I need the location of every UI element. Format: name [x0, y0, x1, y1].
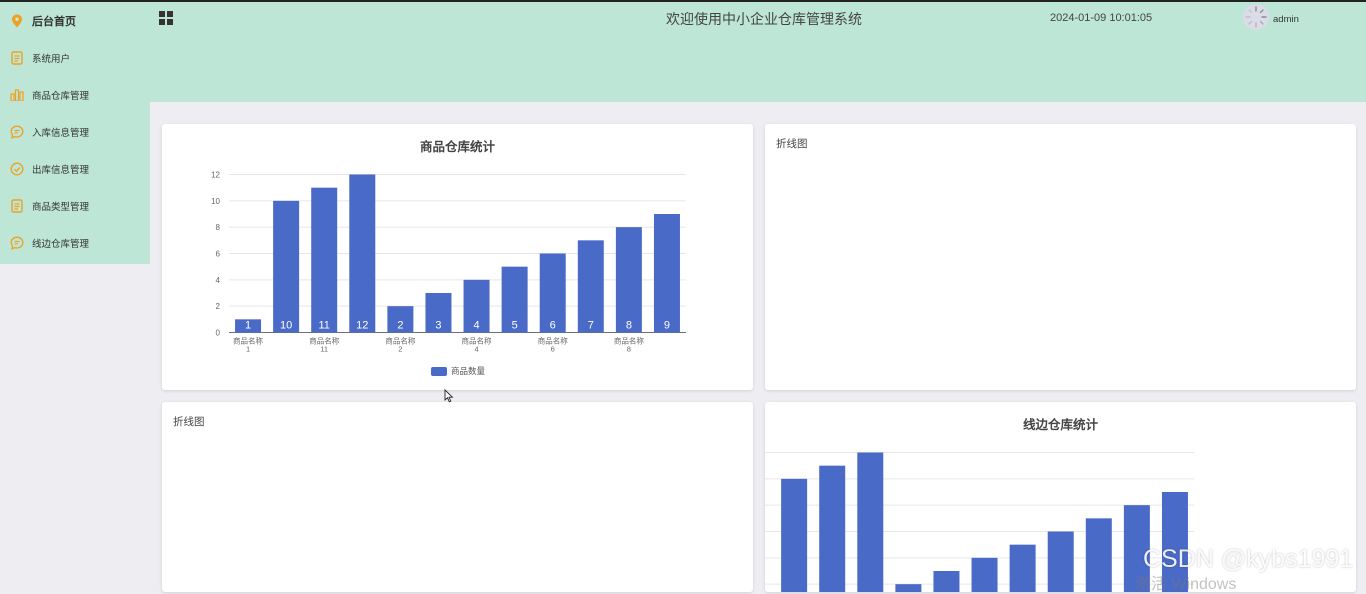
bar-data-label: 7: [588, 320, 594, 332]
bar: [895, 584, 922, 592]
x-tick-label: 1: [246, 345, 250, 354]
bar: [1009, 544, 1036, 592]
windows-activation-watermark: 激活 Windows: [1135, 576, 1237, 593]
user-avatar[interactable]: [1243, 4, 1269, 30]
bar-data-label: 5: [512, 320, 518, 332]
sidebar-item-label: 入库信息管理: [32, 127, 90, 139]
legend-swatch: [431, 366, 447, 376]
bar-data-label: 4: [473, 320, 479, 332]
y-tick-label: 8: [216, 223, 221, 232]
check-circle-icon: [9, 161, 25, 177]
sidebar-item-label: 线边仓库管理: [32, 238, 90, 250]
bar-chart-icon: [9, 87, 25, 103]
card-title: 折线图: [776, 138, 808, 150]
bar: [1085, 518, 1112, 592]
bar-data-label: 12: [356, 320, 368, 332]
line-chart-card: 折线图: [765, 124, 1356, 390]
system-title: 欢迎使用中小企业仓库管理系统: [666, 11, 862, 27]
username[interactable]: admin: [1273, 14, 1299, 25]
chat-bubble-icon: [9, 235, 25, 251]
y-tick-label: 10: [211, 197, 220, 206]
bar: [273, 200, 300, 333]
y-tick-label: 0: [216, 329, 221, 338]
y-tick-label: 6: [216, 250, 221, 259]
product-warehouse-chart-card: 商品仓库统计 0 2 4 6 8 10 12 1 10 11 12 2 3 4 5 6 7 8 9 商品名称 1 商品名称…: [162, 124, 753, 390]
sidebar-item-line-warehouse[interactable]: 线边仓库管理: [0, 224, 150, 261]
sidebar: 后台首页 系统用户 商品仓库管理 入库信息管理 出库信息管理 商品类型管理 线边…: [0, 2, 150, 264]
sidebar-item-dashboard[interactable]: 后台首页: [0, 2, 150, 39]
bar-data-label: 1: [245, 320, 251, 332]
bar-data-label: 2: [397, 320, 403, 332]
x-tick-label: 8: [627, 345, 631, 354]
bar-data-label: 10: [280, 320, 292, 332]
sidebar-item-system-users[interactable]: 系统用户: [0, 39, 150, 76]
bar: [311, 187, 338, 333]
top-header: 欢迎使用中小企业仓库管理系统 2024-01-09 10:01:05 admin: [150, 2, 1366, 102]
bar: [933, 571, 960, 592]
y-tick-label: 2: [216, 302, 221, 311]
bar-data-label: 11: [318, 320, 329, 332]
chat-bubble-icon: [9, 124, 25, 140]
bar: [971, 557, 998, 592]
sidebar-item-inbound[interactable]: 入库信息管理: [0, 113, 150, 150]
y-tick-label: 12: [211, 171, 220, 180]
bar: [1047, 531, 1074, 592]
sidebar-item-outbound[interactable]: 出库信息管理: [0, 150, 150, 187]
grid-menu-icon[interactable]: [159, 11, 174, 26]
bar-data-label: 8: [626, 320, 632, 332]
mouse-cursor-icon: [444, 389, 454, 403]
card-title: 折线图: [173, 416, 205, 428]
chart-legend[interactable]: 商品数量: [431, 365, 485, 377]
line-chart-card-2: 折线图: [162, 402, 753, 592]
bar-data-label: 6: [550, 320, 556, 332]
bar-data-label: 9: [664, 320, 670, 332]
x-tick-label: 11: [320, 345, 328, 354]
location-pin-icon: [9, 13, 25, 29]
x-tick-label: 2: [398, 345, 402, 354]
x-tick-label: 4: [474, 345, 478, 354]
document-icon: [9, 50, 25, 66]
sidebar-item-label: 系统用户: [32, 53, 71, 65]
sidebar-item-label: 后台首页: [32, 15, 76, 28]
legend-label: 商品数量: [451, 366, 486, 376]
product-warehouse-bar-chart: 0246810121 10 11 12 2 3 4 5 6 7 8 9商品名称1商品名称11商品名称2…: [211, 171, 686, 354]
bar: [819, 465, 846, 592]
bar-data-label: 3: [435, 320, 441, 332]
bar: [615, 227, 642, 333]
sidebar-item-label: 商品类型管理: [32, 201, 90, 213]
bar: [781, 478, 808, 592]
bar: [349, 174, 376, 333]
bar: [857, 452, 884, 592]
sidebar-item-product-warehouse[interactable]: 商品仓库管理: [0, 76, 150, 113]
current-datetime: 2024-01-09 10:01:05: [1050, 12, 1153, 24]
sidebar-item-product-types[interactable]: 商品类型管理: [0, 187, 150, 224]
x-tick-label: 6: [551, 345, 555, 354]
sidebar-item-label: 商品仓库管理: [32, 90, 90, 102]
document-icon: [9, 198, 25, 214]
sidebar-item-label: 出库信息管理: [32, 164, 90, 176]
y-tick-label: 4: [216, 276, 221, 285]
bar: [653, 214, 680, 333]
